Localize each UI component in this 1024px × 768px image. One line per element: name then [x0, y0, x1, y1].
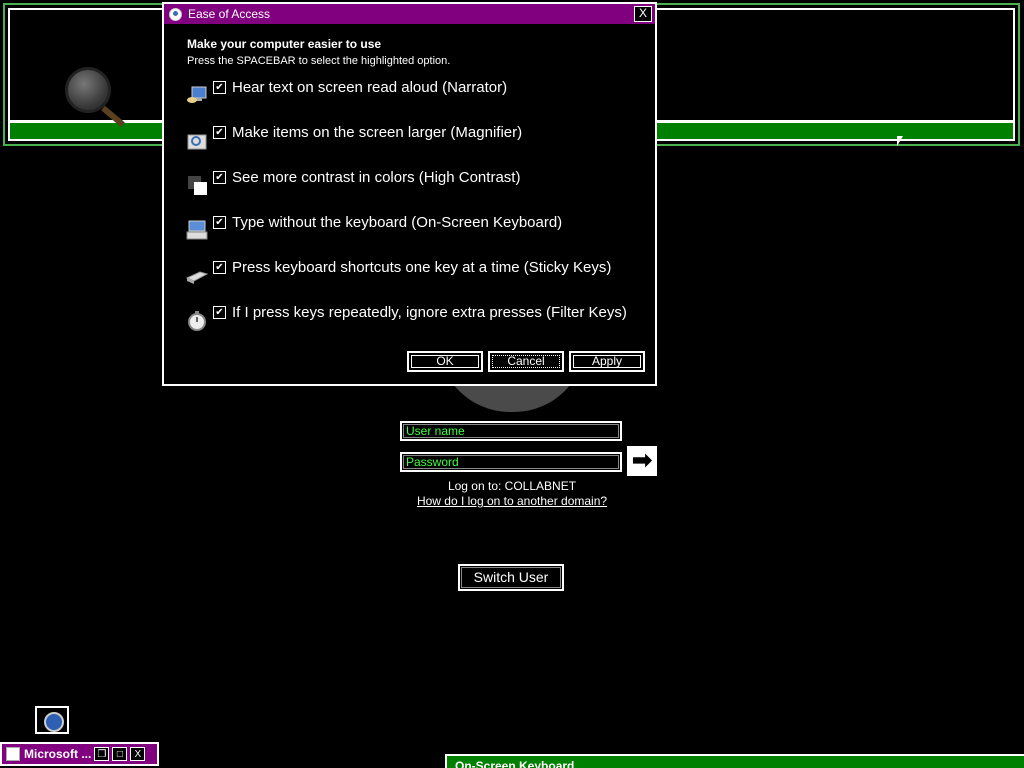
maximize-button[interactable]: □	[112, 747, 128, 761]
sticky-keys-icon	[186, 271, 208, 284]
narrator-checkbox[interactable]: ✔	[213, 81, 226, 94]
taskbar-item-label: Microsoft ...	[24, 747, 92, 761]
taskbar-close-button[interactable]: X	[130, 747, 146, 761]
narrator-label: Hear text on screen read aloud (Narrator…	[232, 79, 508, 96]
on-screen-keyboard-window[interactable]: On-Screen Keyboard	[445, 754, 1024, 768]
option-filter-keys[interactable]: ✔ If I press keys repeatedly, ignore ext…	[186, 305, 627, 335]
magnifier-label: Make items on the screen larger (Magnifi…	[232, 124, 523, 141]
option-high-contrast[interactable]: ✔ See more contrast in colors (High Cont…	[186, 170, 520, 200]
sticky-keys-checkbox[interactable]: ✔	[213, 261, 226, 274]
filter-keys-icon	[188, 311, 206, 331]
ease-of-access-icon	[44, 712, 64, 732]
sticky-keys-label: Press keyboard shortcuts one key at a ti…	[232, 259, 612, 276]
osk-title: On-Screen Keyboard	[455, 759, 575, 768]
filter-keys-checkbox[interactable]: ✔	[213, 306, 226, 319]
option-on-screen-keyboard[interactable]: ✔ Type without the keyboard (On-Screen K…	[186, 215, 562, 245]
dialog-heading: Make your computer easier to use	[187, 37, 382, 51]
other-domain-row: How do I log on to another domain?	[0, 494, 1024, 508]
window-icon	[6, 747, 20, 761]
keyboard-icon	[186, 220, 208, 240]
apply-button[interactable]: Apply	[569, 351, 645, 372]
other-domain-link[interactable]: How do I log on to another domain?	[417, 494, 607, 508]
dialog-subheading: Press the SPACEBAR to select the highlig…	[187, 55, 451, 67]
magnifier-checkbox[interactable]: ✔	[213, 126, 226, 139]
high-contrast-checkbox[interactable]: ✔	[213, 171, 226, 184]
submit-arrow-button[interactable]: ➡	[627, 446, 657, 476]
switch-user-button[interactable]: Switch User	[458, 564, 564, 591]
restore-button[interactable]: ❐	[94, 747, 110, 761]
logon-domain-text: Log on to: COLLABNET	[447, 479, 577, 493]
password-field[interactable]: Password	[400, 452, 622, 472]
magnifier-icon	[187, 134, 207, 150]
taskbar-item[interactable]: Microsoft ... ❐ □ X	[0, 742, 159, 766]
ease-of-access-dialog: Ease of Access X Make your computer easi…	[162, 2, 657, 386]
close-button[interactable]: X	[634, 6, 652, 22]
dialog-title: Ease of Access	[188, 7, 271, 21]
ok-button[interactable]: OK	[407, 351, 483, 372]
on-screen-keyboard-label: Type without the keyboard (On-Screen Key…	[232, 214, 563, 231]
option-narrator[interactable]: ✔ Hear text on screen read aloud (Narrat…	[186, 80, 507, 110]
mouse-cursor-icon	[897, 136, 903, 146]
option-sticky-keys[interactable]: ✔ Press keyboard shortcuts one key at a …	[186, 260, 611, 290]
filter-keys-label: If I press keys repeatedly, ignore extra…	[232, 304, 627, 321]
option-magnifier[interactable]: ✔ Make items on the screen larger (Magni…	[186, 125, 522, 155]
ease-of-access-icon	[169, 7, 182, 21]
narrator-icon	[187, 86, 207, 103]
high-contrast-label: See more contrast in colors (High Contra…	[232, 169, 521, 186]
username-field[interactable]: User name	[400, 421, 622, 441]
cancel-button[interactable]: Cancel	[488, 351, 564, 372]
high-contrast-icon	[188, 176, 207, 195]
ease-of-access-button[interactable]	[35, 706, 69, 734]
dialog-title-bar[interactable]: Ease of Access X	[164, 4, 655, 24]
on-screen-keyboard-checkbox[interactable]: ✔	[213, 216, 226, 229]
